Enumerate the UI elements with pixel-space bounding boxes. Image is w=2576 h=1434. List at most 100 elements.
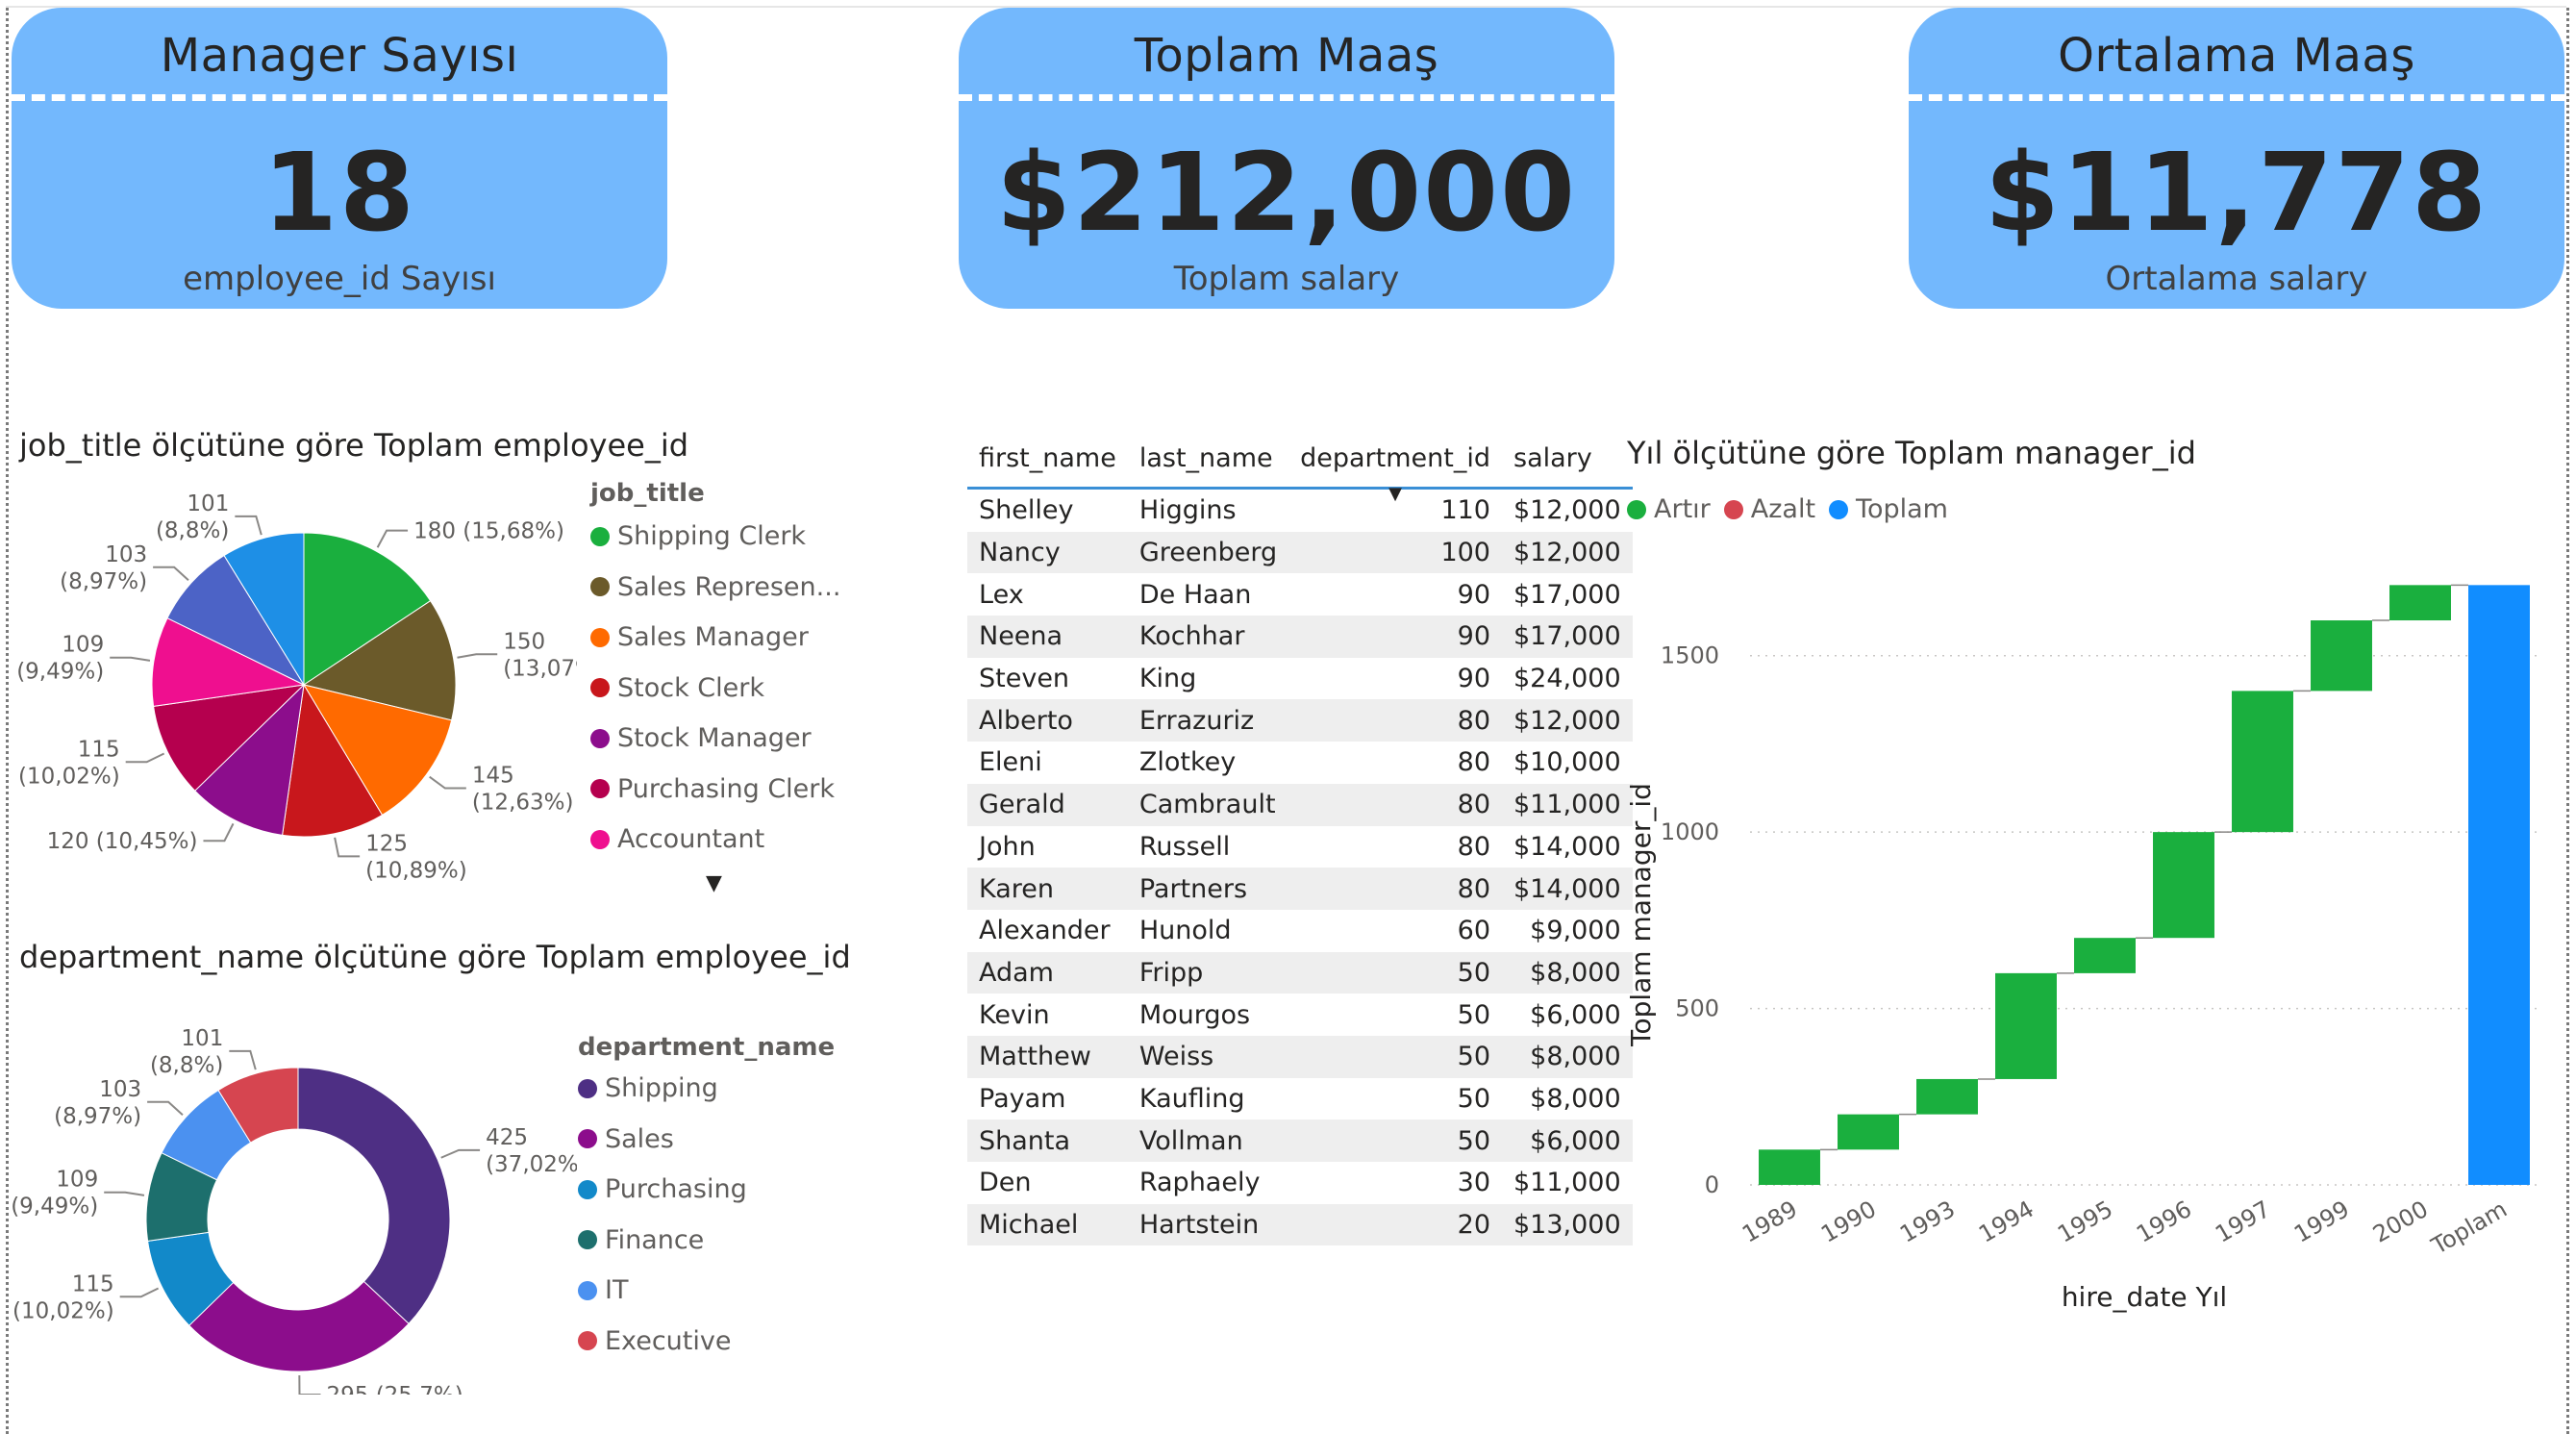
- waterfall-bar-increase[interactable]: [2389, 585, 2451, 621]
- waterfall-bar-increase[interactable]: [2232, 691, 2293, 833]
- legend-label: Executive: [605, 1325, 732, 1356]
- canvas-right-border: [2566, 8, 2569, 1434]
- table-row[interactable]: Adam Fripp 50 $8,000: [967, 951, 1633, 994]
- table-row[interactable]: Kevin Mourgos 50 $6,000: [967, 994, 1633, 1036]
- waterfall-bar-increase[interactable]: [1916, 1078, 1978, 1115]
- column-header-last-name[interactable]: last_name: [1127, 431, 1289, 490]
- legend-label: Shipping Clerk: [617, 521, 807, 551]
- table-row[interactable]: Neena Kochhar 90 $17,000: [967, 616, 1633, 658]
- table-cell-salary: $6,000: [1502, 1120, 1633, 1162]
- table-row[interactable]: Payam Kaufling 50 $8,000: [967, 1078, 1633, 1120]
- table-cell-first-name: Steven: [979, 664, 1070, 694]
- legend-label: Stock Manager: [617, 723, 812, 753]
- legend-label: Purchasing: [605, 1174, 747, 1204]
- waterfall-bar-total[interactable]: [2468, 585, 2530, 1185]
- label-leader-line: [440, 1148, 481, 1159]
- waterfall-bar-increase[interactable]: [1995, 972, 2057, 1079]
- table-row[interactable]: Karen Partners 80 $14,000: [967, 868, 1633, 910]
- waterfall-bar-increase[interactable]: [2311, 620, 2372, 692]
- table-cell-first-name: Matthew: [967, 1035, 1128, 1078]
- legend-dot: [578, 1280, 597, 1300]
- kpi-card-manager-count[interactable]: Manager Sayısı 18 employee_id Sayısı: [12, 8, 667, 309]
- table-cell-last-name: Raphaely: [1138, 1168, 1261, 1198]
- legend-item[interactable]: Stock Manager: [590, 723, 812, 753]
- table-cell-department-id: 60: [1457, 916, 1490, 946]
- table-cell-department-id: 90: [1457, 579, 1490, 610]
- waterfall-bar-increase[interactable]: [2074, 938, 2136, 973]
- y-axis-title: Toplam manager_id: [1625, 783, 1657, 1047]
- label-leader-line: [203, 822, 235, 843]
- column-header-salary[interactable]: salary: [1502, 431, 1633, 490]
- x-tick-label: 1997: [2211, 1195, 2275, 1248]
- kpi-card-total-salary[interactable]: Toplam Maaş $212,000 Toplam salary: [959, 8, 1614, 309]
- table-row[interactable]: Nancy Greenberg 100 $12,000: [967, 531, 1633, 574]
- table-row[interactable]: Eleni Zlotkey 80 $10,000: [967, 742, 1633, 784]
- table-cell-first-name: Kevin: [979, 999, 1050, 1030]
- legend-item[interactable]: Shipping: [578, 1073, 718, 1103]
- chevron-down-icon[interactable]: ▼: [706, 871, 722, 895]
- table-row[interactable]: Alexander Hunold 60 $9,000: [967, 910, 1633, 952]
- job-title-chart-title: job_title ölçütüne göre Toplam employee_…: [19, 427, 689, 464]
- legend-item-total[interactable]: Toplam: [1829, 494, 1948, 524]
- table-cell-department-id: 80: [1288, 868, 1502, 910]
- table-row[interactable]: Den Raphaely 30 $11,000: [967, 1162, 1633, 1204]
- legend-dot: [578, 1230, 597, 1249]
- table-cell-first-name: Shanta: [967, 1120, 1128, 1162]
- sort-descending-icon[interactable]: ▼: [1388, 484, 1402, 504]
- legend-item[interactable]: Sales: [578, 1124, 674, 1154]
- legend-item[interactable]: Shipping Clerk: [590, 521, 806, 551]
- table-cell-department-id: 80: [1288, 783, 1502, 826]
- department-donut-chart[interactable]: 425(37,02%) 295 (25,7%) 115(10,02%) 109(9,4…: [0, 991, 577, 1395]
- table-row[interactable]: Alberto Errazuriz 80 $12,000: [967, 699, 1633, 742]
- slice-data-label: 145 (12,63%): [472, 764, 574, 816]
- slice-data-label: 109 (9,49%): [11, 1168, 98, 1220]
- legend-item[interactable]: Purchasing Clerk: [590, 774, 835, 804]
- waterfall-legend: Artır Azalt Toplam: [1627, 494, 1948, 524]
- pie-slice[interactable]: [188, 1280, 410, 1372]
- table-cell-first-name: Payam: [979, 1083, 1066, 1114]
- kpi-subtitle: Ortalama salary: [2105, 260, 2368, 298]
- y-tick-label: 500: [1675, 995, 1719, 1022]
- legend-item[interactable]: Stock Clerk: [590, 673, 764, 703]
- legend-label: Sales Represen...: [617, 571, 841, 602]
- legend-label: Purchasing Clerk: [617, 773, 836, 804]
- table-cell-last-name: Russell: [1138, 831, 1231, 862]
- table-cell-salary: $12,000: [1502, 699, 1633, 742]
- legend-label: Shipping: [605, 1073, 718, 1103]
- table-row[interactable]: Lex De Haan 90 $17,000: [967, 573, 1633, 616]
- table-row[interactable]: Steven King 90 $24,000: [967, 658, 1633, 700]
- slice-data-label: 103 (8,97%): [54, 1077, 141, 1129]
- table-row[interactable]: Gerald Cambrault 80 $11,000: [967, 783, 1633, 826]
- table-row[interactable]: Shelley Higgins 110 $12,000: [967, 489, 1633, 532]
- label-leader-line: [429, 775, 466, 790]
- legend-item[interactable]: Purchasing: [578, 1174, 747, 1204]
- legend-item[interactable]: IT: [578, 1275, 628, 1305]
- pie-slice[interactable]: [297, 1067, 451, 1325]
- column-header-first-name[interactable]: first_name: [967, 431, 1128, 490]
- table-cell-last-name: Cambrault: [1127, 783, 1289, 826]
- legend-item-increase[interactable]: Artır: [1627, 494, 1711, 524]
- waterfall-bar-increase[interactable]: [2153, 832, 2214, 939]
- legend-item[interactable]: Accountant: [590, 824, 764, 854]
- table-row[interactable]: Shanta Vollman 50 $6,000: [967, 1120, 1633, 1162]
- job-title-pie-chart[interactable]: 180 (15,68%) 150(13,07%) 145(12,63%)125(10…: [0, 471, 577, 904]
- table-cell-first-name: Alberto: [967, 699, 1128, 742]
- legend-item[interactable]: Finance: [578, 1225, 704, 1255]
- kpi-title: Manager Sayısı: [160, 29, 519, 83]
- table-row[interactable]: Matthew Weiss 50 $8,000: [967, 1035, 1633, 1078]
- kpi-card-average-salary[interactable]: Ortalama Maaş $11,778 Ortalama salary: [1909, 8, 2564, 309]
- waterfall-bar-increase[interactable]: [1838, 1114, 1899, 1150]
- waterfall-bar-increase[interactable]: [1759, 1149, 1820, 1185]
- legend-item[interactable]: Sales Represen...: [590, 572, 840, 602]
- legend-item[interactable]: Executive: [578, 1326, 731, 1356]
- employee-table[interactable]: first_name last_name department_id ▼ salary …: [967, 431, 1633, 1246]
- table-cell-first-name: Nancy: [967, 531, 1128, 574]
- table-cell-last-name: Zlotkey: [1138, 747, 1237, 778]
- legend-item[interactable]: Sales Manager: [590, 622, 809, 652]
- column-header-department-id[interactable]: department_id ▼: [1288, 431, 1502, 504]
- table-cell-first-name: Lex: [979, 579, 1024, 610]
- legend-item-decrease[interactable]: Azalt: [1723, 494, 1815, 524]
- table-row[interactable]: John Russell 80 $14,000: [967, 826, 1633, 868]
- waterfall-chart[interactable]: 0 500 1000 1500 1989 1990 1993 1994 1995 1996 1997…: [1615, 539, 2558, 1337]
- table-row[interactable]: Michael Hartstein 20 $13,000: [967, 1203, 1633, 1246]
